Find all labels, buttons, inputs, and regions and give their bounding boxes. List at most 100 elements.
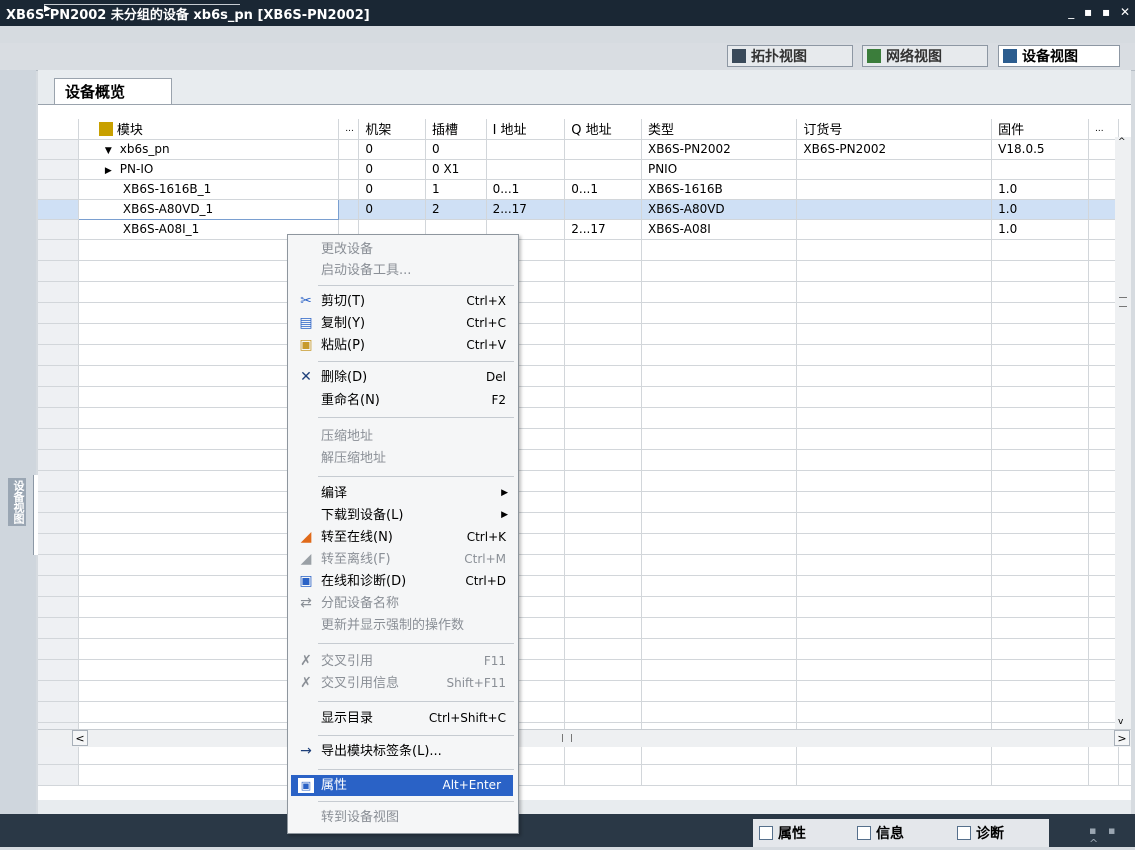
breadcrumb-separator-icon: ▶	[44, 4, 240, 14]
menu-separator	[318, 361, 514, 362]
table-row[interactable]: XB6S-A08I_1 2...17 XB6S-A08I 1.0	[38, 219, 1131, 240]
menu-separator	[318, 769, 514, 770]
scissors-icon: ✂	[300, 293, 312, 309]
menu-separator	[318, 735, 514, 736]
menu-item-decompress-address[interactable]: 解压缩地址	[288, 448, 518, 469]
scroll-right-icon[interactable]: >	[1114, 730, 1130, 746]
i-address-cell: 0...1	[486, 179, 566, 200]
breadcrumb-current[interactable]: xb6s_pn [XB6S-PN2002]	[193, 8, 369, 23]
menu-item-go-offline[interactable]: ◢ 转至离线(F) Ctrl+M	[288, 549, 518, 570]
tab-diagnostics[interactable]: 诊断	[957, 823, 1004, 845]
menu-item-go-to-device-view[interactable]: 转到设备视图	[288, 807, 518, 828]
empty-table-row	[38, 533, 1131, 555]
table-row[interactable]: ▶ PN-IO 0 0 X1 PNIO	[38, 159, 1131, 180]
slot-cell: 1	[425, 179, 487, 200]
menu-item-cross-reference-info[interactable]: ✗ 交叉引用信息 Shift+F11	[288, 673, 518, 694]
menu-item-change-device[interactable]: 更改设备	[288, 239, 518, 260]
order-number-cell	[796, 179, 993, 200]
empty-table-row	[38, 617, 1131, 639]
window-controls[interactable]: _ ▪ ▪ ✕	[1068, 5, 1133, 19]
delete-icon: ✕	[300, 369, 312, 385]
paste-icon: ▣	[299, 337, 313, 353]
empty-table-row	[38, 344, 1131, 366]
empty-table-row	[38, 260, 1131, 282]
menu-item-rename[interactable]: 重命名(N) F2	[288, 390, 518, 411]
empty-rows	[38, 239, 1131, 786]
tab-topology-view[interactable]: 拓扑视图	[727, 45, 853, 67]
horizontal-scrollbar[interactable]: < >	[38, 729, 1131, 747]
empty-table-row	[38, 302, 1131, 324]
type-cell: XB6S-A08I	[641, 219, 798, 240]
module-name[interactable]: XB6S-1616B_1	[78, 179, 340, 200]
expand-arrow-icon[interactable]: ▶	[105, 166, 112, 176]
breadcrumb-device[interactable]: XB6S-PN2002	[6, 8, 106, 23]
column-header-type[interactable]: 类型	[641, 119, 798, 140]
table-row-selected[interactable]: XB6S-A80VD_1 0 2 2...17 XB6S-A80VD 1.0	[38, 198, 1131, 220]
column-header-more-right[interactable]: ...	[1088, 119, 1120, 140]
menu-item-cross-reference[interactable]: ✗ 交叉引用 F11	[288, 651, 518, 672]
q-address-cell	[564, 199, 642, 220]
firmware-cell	[991, 159, 1090, 180]
scroll-left-icon[interactable]: <	[72, 730, 88, 746]
menu-item-properties[interactable]: ▣ 属性 Alt+Enter	[291, 775, 513, 796]
column-header-module[interactable]: 模块	[78, 119, 340, 140]
device-view-side-label[interactable]: 设备视图	[8, 478, 26, 526]
column-header-firmware[interactable]: 固件	[991, 119, 1090, 140]
menu-item-show-catalog[interactable]: 显示目录 Ctrl+Shift+C	[288, 708, 518, 729]
scroll-grip-icon[interactable]	[562, 734, 572, 742]
scroll-grip-icon[interactable]	[1119, 297, 1127, 307]
menu-item-update-forced-operands[interactable]: 更新并显示强制的操作数	[288, 615, 518, 636]
module-name: PN-IO	[119, 162, 154, 176]
column-header-order-number[interactable]: 订货号	[796, 119, 993, 140]
device-overview-table: 模块 ... 机架 插槽 I 地址 Q 地址 类型 订货号 固件 ... ▼ xb…	[38, 119, 1131, 786]
column-header-slot[interactable]: 插槽	[425, 119, 487, 140]
menu-item-download-to-device[interactable]: 下载到设备(L) ▶	[288, 505, 518, 526]
menu-item-compile[interactable]: 编译 ▶	[288, 483, 518, 504]
column-header-rack[interactable]: 机架	[358, 119, 427, 140]
table-row[interactable]: ▼ xb6s_pn 0 0 XB6S-PN2002 XB6S-PN2002 V18…	[38, 139, 1131, 160]
scroll-up-icon[interactable]: ^	[1118, 137, 1128, 151]
device-icon	[1003, 49, 1017, 63]
menu-item-go-online[interactable]: ◢ 转至在线(N) Ctrl+K	[288, 527, 518, 548]
view-tabs: 拓扑视图 网络视图 设备视图	[0, 43, 1135, 71]
rack-cell: 0	[358, 179, 427, 200]
menu-item-online-diagnostics[interactable]: ▣ 在线和诊断(D) Ctrl+D	[288, 571, 518, 592]
order-number-cell	[796, 199, 993, 220]
empty-table-row	[38, 638, 1131, 660]
menu-item-compress-address[interactable]: 压缩地址	[288, 426, 518, 447]
panel-controls-icon[interactable]: ▪ ▪ ^	[1089, 824, 1129, 850]
diagnostics-icon: ▣	[299, 573, 313, 589]
column-header-more[interactable]: ...	[338, 119, 360, 140]
menu-item-start-device-tool[interactable]: 启动设备工具...	[288, 260, 518, 281]
menu-item-paste[interactable]: ▣ 粘贴(P) Ctrl+V	[288, 335, 518, 356]
empty-table-row	[38, 659, 1131, 681]
menu-item-copy[interactable]: ▤ 复制(Y) Ctrl+C	[288, 313, 518, 334]
breadcrumb: XB6S-PN2002 ▶ 未分组的设备 ▶ xb6s_pn [XB6S-PN2…	[6, 4, 370, 23]
firmware-cell: V18.0.5	[991, 139, 1090, 160]
menu-item-delete[interactable]: ✕ 删除(D) Del	[288, 367, 518, 388]
i-address-cell: 2...17	[486, 199, 566, 220]
table-row[interactable]: XB6S-1616B_1 0 1 0...1 0...1 XB6S-1616B …	[38, 179, 1131, 200]
tab-device-view[interactable]: 设备视图	[998, 45, 1120, 67]
module-name[interactable]: XB6S-A80VD_1	[77, 198, 340, 220]
tab-properties[interactable]: 属性	[759, 823, 806, 845]
tab-device-overview[interactable]: 设备概览	[54, 78, 172, 104]
empty-table-row	[38, 701, 1131, 723]
properties-icon	[759, 826, 773, 840]
menu-item-assign-device-name[interactable]: ⇄ 分配设备名称	[288, 593, 518, 614]
column-header-i-address[interactable]: I 地址	[486, 119, 566, 140]
tab-network-view[interactable]: 网络视图	[862, 45, 988, 67]
cross-reference-icon: ✗	[300, 653, 312, 669]
copy-icon: ▤	[299, 315, 313, 331]
menu-item-cut[interactable]: ✂ 剪切(T) Ctrl+X	[288, 291, 518, 312]
vertical-scrollbar[interactable]: ^ v	[1115, 137, 1131, 729]
breadcrumb-group[interactable]: 未分组的设备	[111, 8, 189, 23]
menu-item-export-module-labels[interactable]: → 导出模块标签条(L)...	[288, 741, 518, 762]
tab-info[interactable]: 信息	[857, 823, 904, 845]
scroll-down-icon[interactable]: v	[1118, 717, 1128, 727]
left-side-strip: 设备视图	[0, 70, 38, 814]
column-header-q-address[interactable]: Q 地址	[564, 119, 642, 140]
collapse-arrow-icon[interactable]: ▼	[105, 146, 112, 156]
empty-table-row	[38, 575, 1131, 597]
topology-icon	[732, 49, 746, 63]
